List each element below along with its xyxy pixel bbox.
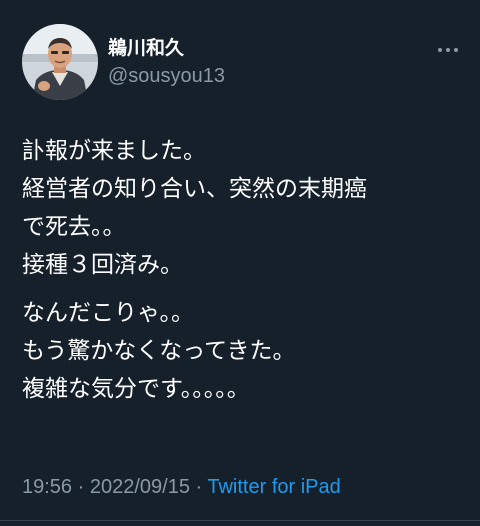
meta-separator: · — [189, 476, 208, 498]
display-name[interactable]: 鵜川和久 — [108, 36, 184, 60]
tweet-date[interactable]: 2022/09/15 — [90, 476, 190, 498]
tweet-text: 訃報が来ました。 経営者の知り合い、突然の末期癌 で死去。。 接種３回済み。 な… — [22, 132, 472, 408]
tweet-paragraph: なんだこりゃ。。 もう驚かなくなってきた。 複雑な気分です。。。。。 — [22, 294, 472, 408]
tweet-line: なんだこりゃ。。 — [22, 300, 195, 326]
tweet-line: 複雑な気分です。。。。。 — [22, 376, 250, 402]
tweet-line: 訃報が来ました。 — [22, 138, 206, 164]
more-horizontal-icon — [436, 48, 460, 52]
tweet-line: 接種３回済み。 — [22, 252, 183, 278]
tweet-line: もう驚かなくなってきた。 — [22, 338, 296, 364]
tweet-metadata: 19:56 · 2022/09/15 · Twitter for iPad — [22, 474, 341, 500]
tweet-line: 経営者の知り合い、突然の末期癌 — [22, 176, 367, 202]
tweet: 鵜川和久 @sousyou13 訃報が来ました。 経営者の知り合い、突然の末期癌… — [0, 0, 480, 526]
more-button[interactable] — [430, 36, 466, 64]
tweet-time[interactable]: 19:56 — [22, 476, 72, 498]
meta-separator: · — [72, 476, 90, 498]
avatar[interactable] — [22, 24, 98, 100]
tweet-paragraph: 訃報が来ました。 経営者の知り合い、突然の末期癌 で死去。。 接種３回済み。 — [22, 132, 472, 284]
user-handle[interactable]: @sousyou13 — [108, 64, 225, 88]
divider — [0, 520, 480, 521]
tweet-source-link[interactable]: Twitter for iPad — [207, 476, 340, 498]
avatar-photo — [22, 24, 98, 100]
tweet-line: で死去。。 — [22, 214, 126, 240]
